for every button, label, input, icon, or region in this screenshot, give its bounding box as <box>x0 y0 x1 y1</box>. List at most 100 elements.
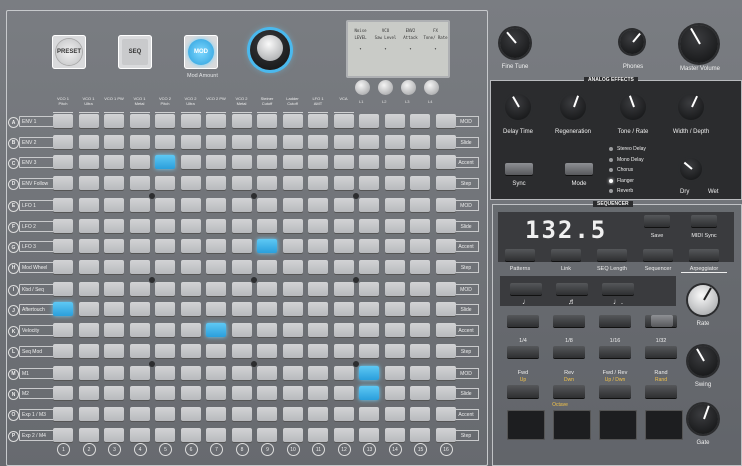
matrix-pad[interactable] <box>104 302 124 317</box>
matrix-pad[interactable] <box>384 302 405 317</box>
matrix-pad[interactable] <box>308 175 328 190</box>
matrix-pad[interactable] <box>282 343 303 358</box>
matrix-pad[interactable] <box>129 323 150 337</box>
matrix-pad[interactable] <box>257 302 277 317</box>
matrix-pad[interactable] <box>359 218 379 233</box>
mode-button[interactable] <box>565 163 593 175</box>
matrix-pad[interactable] <box>104 259 124 274</box>
matrix-pad[interactable] <box>257 323 277 337</box>
dry-wet-knob[interactable] <box>680 158 702 180</box>
matrix-pad[interactable] <box>333 114 354 128</box>
matrix-pad[interactable] <box>129 427 150 442</box>
matrix-pad[interactable] <box>359 302 379 317</box>
sequencer-function-button[interactable] <box>689 249 719 261</box>
matrix-pad[interactable] <box>410 281 430 296</box>
division-button[interactable] <box>599 346 631 358</box>
matrix-pad[interactable] <box>180 365 201 380</box>
matrix-pad[interactable] <box>384 281 405 296</box>
note-value-button[interactable] <box>510 283 542 295</box>
matrix-pad[interactable] <box>282 134 303 149</box>
matrix-pad[interactable] <box>435 134 456 149</box>
matrix-pad[interactable] <box>257 155 277 170</box>
matrix-pad[interactable] <box>384 427 405 442</box>
matrix-pad[interactable] <box>308 218 328 233</box>
matrix-pad[interactable] <box>359 259 379 274</box>
fx-knob-0[interactable] <box>505 94 531 120</box>
mod-amount-knob[interactable] <box>250 30 290 70</box>
matrix-pad[interactable] <box>53 302 73 317</box>
matrix-pad[interactable] <box>180 239 201 254</box>
matrix-pad[interactable] <box>53 365 73 380</box>
matrix-pad[interactable] <box>104 239 124 254</box>
matrix-pad[interactable] <box>104 343 124 358</box>
matrix-pad[interactable] <box>333 427 354 442</box>
matrix-pad[interactable] <box>384 239 405 254</box>
matrix-pad[interactable] <box>104 323 124 337</box>
matrix-pad[interactable] <box>410 365 430 380</box>
matrix-pad[interactable] <box>180 218 201 233</box>
matrix-pad[interactable] <box>104 114 124 128</box>
midi-sync-button[interactable] <box>691 215 717 227</box>
matrix-pad[interactable] <box>384 406 405 421</box>
matrix-pad[interactable] <box>231 343 252 358</box>
matrix-pad[interactable] <box>333 386 354 401</box>
matrix-pad[interactable] <box>410 343 430 358</box>
matrix-pad[interactable] <box>257 427 277 442</box>
transport-pad[interactable] <box>553 410 591 440</box>
matrix-pad[interactable] <box>410 134 430 149</box>
matrix-pad[interactable] <box>78 114 99 128</box>
matrix-pad[interactable] <box>384 323 405 337</box>
matrix-pad[interactable] <box>206 175 226 190</box>
matrix-pad[interactable] <box>206 427 226 442</box>
matrix-pad[interactable] <box>155 175 175 190</box>
matrix-pad[interactable] <box>333 343 354 358</box>
sync-button[interactable] <box>505 163 533 175</box>
matrix-pad[interactable] <box>308 343 328 358</box>
matrix-pad[interactable] <box>282 302 303 317</box>
matrix-pad[interactable] <box>206 386 226 401</box>
matrix-pad[interactable] <box>231 281 252 296</box>
matrix-pad[interactable] <box>257 134 277 149</box>
matrix-pad[interactable] <box>257 365 277 380</box>
lcd-knob[interactable] <box>355 80 370 95</box>
sequencer-function-button[interactable] <box>551 249 581 261</box>
matrix-pad[interactable] <box>78 155 99 170</box>
matrix-pad[interactable] <box>53 427 73 442</box>
transport-pad[interactable] <box>507 410 545 440</box>
lcd-knob[interactable] <box>424 80 439 95</box>
matrix-pad[interactable] <box>333 155 354 170</box>
matrix-pad[interactable] <box>180 175 201 190</box>
matrix-pad[interactable] <box>410 197 430 212</box>
matrix-pad[interactable] <box>129 259 150 274</box>
matrix-pad[interactable] <box>333 134 354 149</box>
matrix-pad[interactable] <box>231 259 252 274</box>
matrix-pad[interactable] <box>129 386 150 401</box>
matrix-pad[interactable] <box>359 406 379 421</box>
matrix-pad[interactable] <box>231 114 252 128</box>
matrix-pad[interactable] <box>231 427 252 442</box>
matrix-pad[interactable] <box>53 239 73 254</box>
fx-knob-1[interactable] <box>560 94 586 120</box>
matrix-pad[interactable] <box>53 259 73 274</box>
matrix-pad[interactable] <box>257 406 277 421</box>
matrix-pad[interactable] <box>78 134 99 149</box>
matrix-pad[interactable] <box>231 134 252 149</box>
matrix-pad[interactable] <box>231 323 252 337</box>
matrix-pad[interactable] <box>384 197 405 212</box>
matrix-pad[interactable] <box>333 323 354 337</box>
fx-knob-2[interactable] <box>620 94 646 120</box>
division-button[interactable] <box>645 346 677 358</box>
matrix-pad[interactable] <box>104 427 124 442</box>
matrix-pad[interactable] <box>282 281 303 296</box>
matrix-pad[interactable] <box>282 239 303 254</box>
matrix-pad[interactable] <box>231 175 252 190</box>
sequencer-function-button[interactable] <box>505 249 535 261</box>
matrix-pad[interactable] <box>129 365 150 380</box>
matrix-pad[interactable] <box>410 427 430 442</box>
matrix-pad[interactable] <box>359 427 379 442</box>
matrix-pad[interactable] <box>308 239 328 254</box>
matrix-pad[interactable] <box>129 114 150 128</box>
matrix-pad[interactable] <box>308 259 328 274</box>
matrix-pad[interactable] <box>282 197 303 212</box>
matrix-pad[interactable] <box>155 218 175 233</box>
